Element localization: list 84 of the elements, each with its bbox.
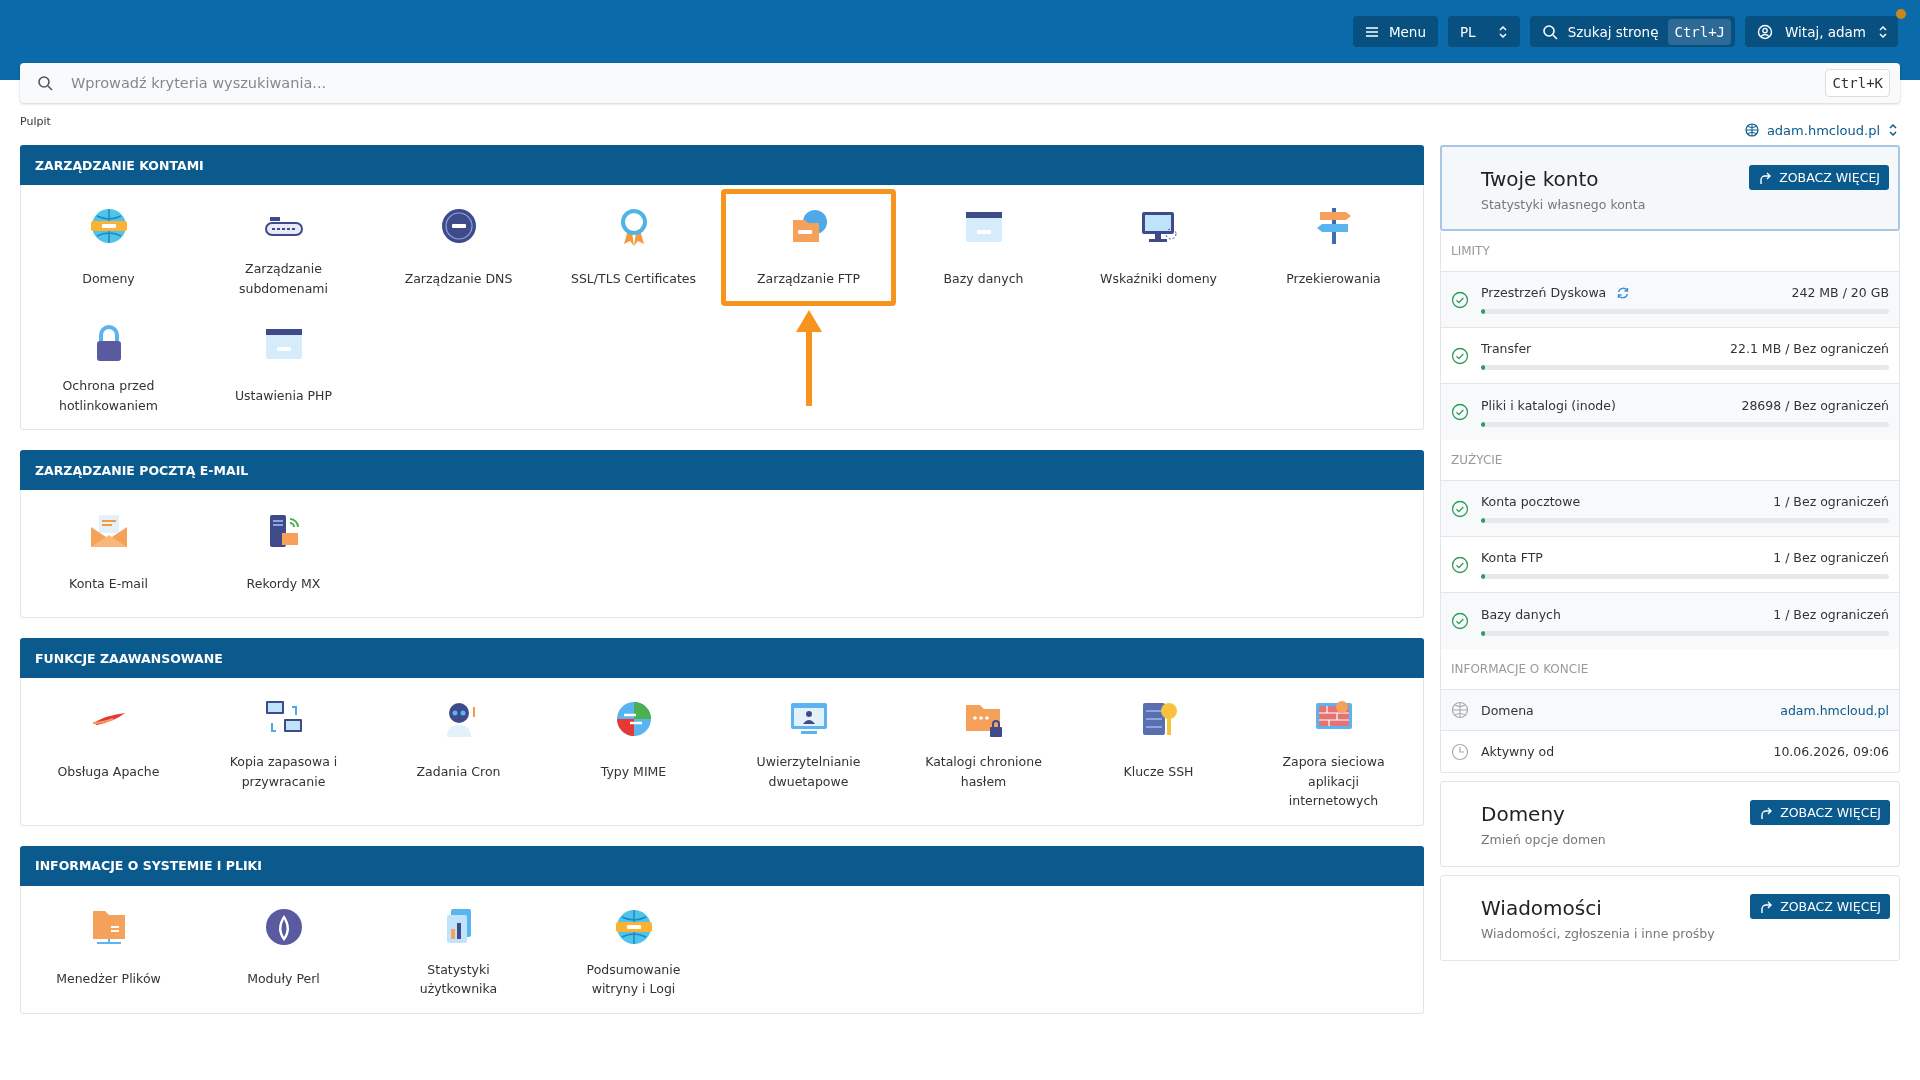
see-more-button[interactable]: ZOBACZ WIĘCEJ [1750,800,1890,825]
tool-tile[interactable]: SSL/TLS Certificates [546,189,721,306]
share-arrow-icon [1759,805,1774,820]
updown-caret-icon [1878,24,1888,39]
stat-label: Bazy danych [1481,606,1561,622]
card-title: Wiadomości [1481,895,1603,920]
tool-tile[interactable]: Konta E-mail [21,494,196,611]
tool-tile[interactable]: Bazy danych [896,189,1071,306]
tool-tile[interactable]: Podsumowanie witryny i Logi [546,889,721,1007]
card-subtitle: Statystyki własnego konta [1481,197,1646,212]
stat-label: Przestrzeń Dyskowa [1481,285,1607,300]
info-label: Aktywny od [1481,744,1556,759]
user-circle-icon [1757,23,1774,40]
stat-label: Konta FTP [1481,550,1543,565]
check-circle-icon [1451,499,1469,518]
clock-icon [1451,742,1469,761]
search-icon [1541,23,1558,40]
tool-tile[interactable]: Zadania Cron [371,682,546,819]
card-subtitle: Wiadomości, zgłoszenia i inne prośby [1481,926,1715,941]
updown-caret-icon [1888,123,1898,137]
updown-caret-icon [1497,24,1508,39]
check-circle-icon [1451,403,1469,421]
user-menu-button[interactable]: Witaj, adam [1745,16,1898,47]
section-header: ZARZĄDZANIE POCZTĄ E-MAIL [20,450,1424,490]
language-selector[interactable]: PL [1447,16,1520,47]
stat-label: Konta pocztowe [1481,494,1581,509]
tool-tile[interactable]: Kopia zapasowa i przywracanie [196,682,371,819]
card-subtitle: Zmień opcje domen [1481,832,1606,847]
section-header: ZARZĄDZANIE KONTAMI [20,145,1424,185]
domain-link[interactable]: adam.hmcloud.pl [1780,702,1889,718]
stat-value: 242 MB / 20 GB [1791,285,1889,300]
info-label: Domena [1481,702,1535,718]
stat-value: 1 / Bez ograniczeń [1773,550,1889,565]
search-field[interactable]: Wprowadź kryteria wyszukiwania... Ctrl+K [20,63,1900,103]
tool-tile[interactable]: Wskaźniki domeny [1071,189,1246,306]
section-header: FUNKCJE ZAAWANSOWANE [20,638,1424,678]
tool-tile[interactable]: Zapora sieciowa aplikacji internetowych [1246,682,1421,819]
domain-selector[interactable]: adam.hmcloud.pl [1744,122,1898,138]
menu-button[interactable]: Menu [1352,16,1438,47]
globe-icon [1451,701,1469,719]
search-icon [37,75,53,91]
tool-tile[interactable]: Zarządzanie FTP [721,189,896,306]
tool-tile[interactable]: Typy MIME [546,682,721,819]
check-circle-icon [1451,612,1469,630]
tool-tile[interactable]: Ustawienia PHP [196,306,371,423]
info-value: 10.06.2026, 09:06 [1773,744,1889,759]
share-arrow-icon [1759,899,1774,914]
search-input[interactable]: Wprowadź kryteria wyszukiwania... [71,65,1808,101]
tool-tile[interactable]: Domeny [21,189,196,306]
card-title: Domeny [1481,801,1566,826]
tool-tile[interactable]: Zarządzanie DNS [371,189,546,306]
tool-tile[interactable]: Uwierzytelnianie dwuetapowe [721,682,896,819]
stat-value: 22.1 MB / Bez ograniczeń [1730,341,1889,356]
page-search-button[interactable]: Szukaj stronę Ctrl+J [1529,16,1736,47]
share-arrow-icon [1758,170,1773,185]
globe-icon [1744,123,1759,137]
address-bar-icon [264,216,303,236]
feather-icon [91,710,126,728]
shortcut-key: Ctrl+J [1668,18,1732,45]
section-header: INFORMACJE O SYSTEMIE I PLIKI [20,845,1424,886]
card-title: Twoje konto [1481,166,1600,191]
tool-tile[interactable]: Menedżer Plików [21,889,196,1007]
shortcut-key: Ctrl+K [1825,69,1890,97]
see-more-button[interactable]: ZOBACZ WIĘCEJ [1750,894,1890,919]
stat-label: Transfer [1481,341,1532,356]
stat-value: 1 / Bez ograniczeń [1773,494,1889,509]
see-more-button[interactable]: ZOBACZ WIĘCEJ [1749,165,1889,190]
tool-tile[interactable]: Moduły Perl [196,889,371,1007]
breadcrumb[interactable]: Pulpit [20,114,51,128]
hamburger-menu-icon [1364,25,1379,38]
tool-tile[interactable]: Katalogi chronione hasłem [896,682,1071,819]
stat-value: 1 / Bez ograniczeń [1773,606,1889,622]
check-circle-icon [1451,290,1469,309]
tool-tile[interactable]: Rekordy MX [196,494,371,611]
stat-value: 28698 / Bez ograniczeń [1741,397,1889,413]
check-circle-icon [1451,346,1469,365]
tool-tile[interactable]: Statystyki użytkownika [371,889,546,1007]
stat-label: Pliki i katalogi (inode) [1481,397,1616,413]
tool-tile[interactable]: Klucze SSH [1071,682,1246,819]
tool-tile[interactable]: Przekierowania [1246,189,1421,306]
tool-tile[interactable]: Obsługa Apache [21,682,196,819]
tool-tile[interactable]: Zarządzanie subdomenami [196,189,371,306]
tool-tile[interactable]: Ochrona przed hotlinkowaniem [21,306,196,423]
check-circle-icon [1451,555,1469,574]
